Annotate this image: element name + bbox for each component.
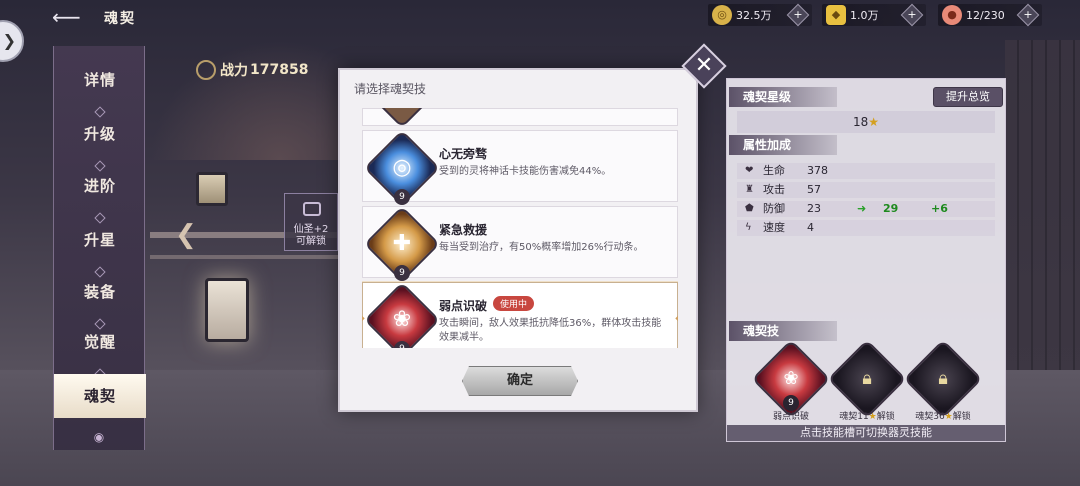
skill-select-modal: 请选择魂契技 ◎ 9 心无旁骛 受到的灵将神话卡技能伤害减免44%。 ✚ 9 紧… [338, 68, 698, 412]
attr-name: 防御 [763, 202, 785, 215]
sword-icon: ♜ [745, 184, 754, 195]
lantern [196, 172, 228, 206]
lock-icon: 🔒︎ [938, 368, 948, 389]
section-header-attr: 属性加成 [729, 135, 837, 155]
resource-stamina: ● 12/230 + [942, 3, 1040, 27]
attr-name: 攻击 [763, 183, 785, 196]
star-icon: ★ [868, 115, 880, 129]
left-nav-menu: 详情 升级 进阶 升星 装备 觉醒 魂契 [53, 46, 146, 450]
skill-name: 紧急救援 [439, 223, 488, 237]
skill-glyph: ❀ [392, 307, 412, 332]
coin-value: 32.5万 [736, 9, 772, 22]
attr-value: 23 [807, 202, 821, 215]
lock-icon: 🔒︎ [862, 368, 872, 389]
star-icon: ★ [868, 412, 877, 422]
top-bar: ❯ ⟵ 魂契 ◎ 32.5万 + ◆ 1.0万 + ● 12/230 + [0, 0, 1080, 62]
skill-card-selected[interactable]: ◆ ◆ ❀ 9 弱点识破 使用中 攻击瞬间，敌人效果抵抗降低36%，群体攻击技能… [362, 281, 678, 348]
selected-marker-icon: ◆ [362, 313, 365, 324]
skill-glyph: ◎ [392, 155, 412, 180]
gold-value: 1.0万 [850, 9, 879, 22]
nav-equipment[interactable]: 装备 [54, 270, 146, 314]
nav-star-up[interactable]: 升星 [54, 218, 146, 262]
gold-ingot-icon: ◆ [826, 5, 846, 25]
skill-list: ◎ 9 心无旁骛 受到的灵将神话卡技能伤害减免44%。 ✚ 9 紧急救援 每当受… [362, 108, 678, 348]
attr-row-spd: ϟ 速度 4 [737, 220, 995, 236]
unlock-tab[interactable]: 仙圣+2 可解锁 [284, 193, 338, 251]
page-title: 魂契 [104, 11, 136, 27]
skill-card[interactable]: ✚ 9 紧急救援 每当受到治疗，有50%概率增加26%行动条。 [362, 205, 678, 283]
skill-level: 9 [394, 265, 410, 281]
unlock-tab-line1: 仙圣+2 [293, 224, 329, 235]
back-arrow-icon[interactable]: ⟵ [52, 6, 92, 28]
slot-label: 魂契11★解锁 [827, 409, 907, 422]
attr-row-atk: ♜ 攻击 57 [737, 182, 995, 198]
attr-name: 速度 [763, 221, 785, 234]
nav-details[interactable]: 详情 [54, 58, 146, 102]
resource-gold: ◆ 1.0万 + [826, 3, 924, 27]
skill-name: 心无旁骛 [439, 147, 488, 161]
nav-upgrade[interactable]: 升级 [54, 112, 146, 156]
attr-name: 生命 [763, 164, 785, 177]
modal-title: 请选择魂契技 [354, 82, 427, 96]
shield-icon: ⬟ [745, 203, 754, 214]
heart-icon: ❤ [745, 165, 754, 176]
upgrade-overview-button[interactable]: 提升总览 [933, 87, 1003, 107]
skill-glyph: ✚ [392, 231, 412, 256]
prev-arrow-icon[interactable]: ❮ [175, 222, 197, 248]
power-label: 战力 [220, 63, 248, 79]
peach-icon: ● [942, 5, 962, 25]
skill-level: 9 [394, 189, 410, 205]
skill-desc: 受到的灵将神话卡技能伤害减免44%。 [439, 166, 612, 177]
attr-row-def: ⬟ 防御 23 ➜ 29 +6 [737, 201, 995, 217]
attr-value: 4 [807, 221, 814, 234]
attr-new-value: 29 [883, 202, 899, 215]
slot-label: 弱点识破 [772, 412, 809, 422]
attr-row-hp: ❤ 生命 378 [737, 163, 995, 179]
skill-card[interactable]: ◎ 9 心无旁骛 受到的灵将神话卡技能伤害减免44%。 [362, 129, 678, 207]
attr-diff: +6 [931, 202, 948, 215]
attr-value: 378 [807, 164, 828, 177]
section-header-skill: 魂契技 [729, 321, 837, 341]
arrow-right-icon: ➜ [857, 202, 867, 215]
power-ring-icon [196, 60, 216, 80]
nav-soul-pact[interactable]: 魂契 [54, 374, 146, 418]
confirm-button[interactable]: 确定 [462, 366, 578, 396]
lantern [205, 278, 249, 342]
attr-value: 57 [807, 183, 821, 196]
skill-desc: 每当受到治疗，有50%概率增加26%行动条。 [439, 242, 644, 253]
coin-icon: ◎ [712, 5, 732, 25]
soul-pact-panel: 魂契星级 提升总览 18★ 属性加成 ❤ 生命 378 ♜ 攻击 57 ⬟ 防御… [726, 78, 1006, 442]
skill-name: 弱点识破 [439, 299, 488, 313]
lattice-wall [1005, 40, 1080, 370]
slot-label-suffix: 解锁 [952, 412, 971, 422]
skill-icon [363, 108, 441, 129]
railing [150, 255, 340, 259]
star-count: 18 [852, 115, 869, 129]
combat-power: 战力 177858 [196, 60, 308, 80]
add-stamina-button[interactable]: + [1016, 3, 1040, 27]
skill-desc: 攻击瞬间，敌人效果抵抗降低36%，群体攻击技能效果减半。 [439, 318, 662, 343]
slot-label-prefix: 魂契36 [915, 412, 945, 422]
slot-label-suffix: 解锁 [876, 412, 895, 422]
stamina-value: 12/230 [966, 8, 1005, 22]
nav-advance[interactable]: 进阶 [54, 164, 146, 208]
unlock-tab-line2: 可解锁 [296, 236, 326, 247]
add-coin-button[interactable]: + [786, 3, 810, 27]
skill-card-partial[interactable] [362, 108, 678, 129]
star-level: 18★ [737, 111, 995, 133]
nav-awaken[interactable]: 觉醒 [54, 320, 146, 364]
star-icon: ★ [944, 412, 953, 422]
menu-ornament-icon: ◉ [93, 430, 105, 444]
slot-label-prefix: 魂契11 [839, 412, 869, 422]
chest-icon [303, 202, 321, 216]
power-value: 177858 [250, 62, 309, 78]
add-gold-button[interactable]: + [900, 3, 924, 27]
in-use-badge: 使用中 [493, 296, 535, 311]
selected-marker-icon: ◆ [675, 313, 678, 324]
lightning-icon: ϟ [745, 222, 752, 233]
skill-slot-hint: 点击技能槽可切换器灵技能 [727, 425, 1005, 441]
slot-label: 魂契36★解锁 [903, 409, 983, 422]
section-header-star: 魂契星级 [729, 87, 837, 107]
resource-coin: ◎ 32.5万 + [712, 3, 810, 27]
